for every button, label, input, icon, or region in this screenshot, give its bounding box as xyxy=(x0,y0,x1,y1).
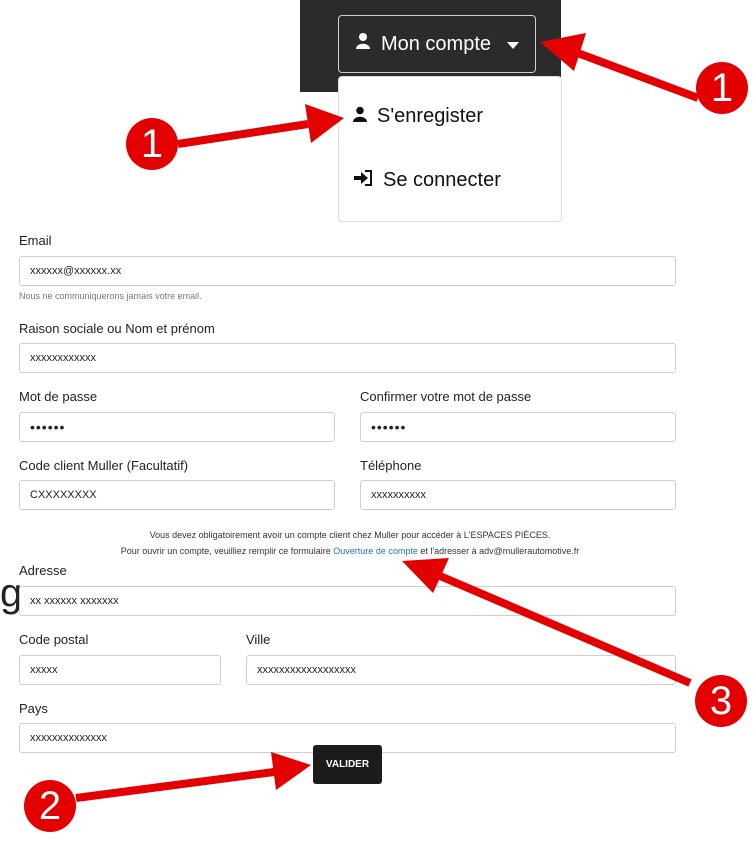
annotation-badge-1: 1 xyxy=(696,62,748,114)
annotation-arrows xyxy=(75,33,700,802)
annotation-badge-1: 1 xyxy=(126,118,178,170)
annotation-badge-2: 2 xyxy=(24,780,76,832)
annotation-badge-3: 3 xyxy=(695,675,747,727)
arrowhead-submit xyxy=(271,752,311,790)
arrow-to-register xyxy=(177,120,309,148)
arrowhead-register xyxy=(305,104,344,143)
arrow-to-submit xyxy=(75,768,275,802)
arrowhead-account xyxy=(540,33,586,71)
arrow-to-link xyxy=(438,572,692,687)
arrow-to-account-button xyxy=(573,48,700,102)
